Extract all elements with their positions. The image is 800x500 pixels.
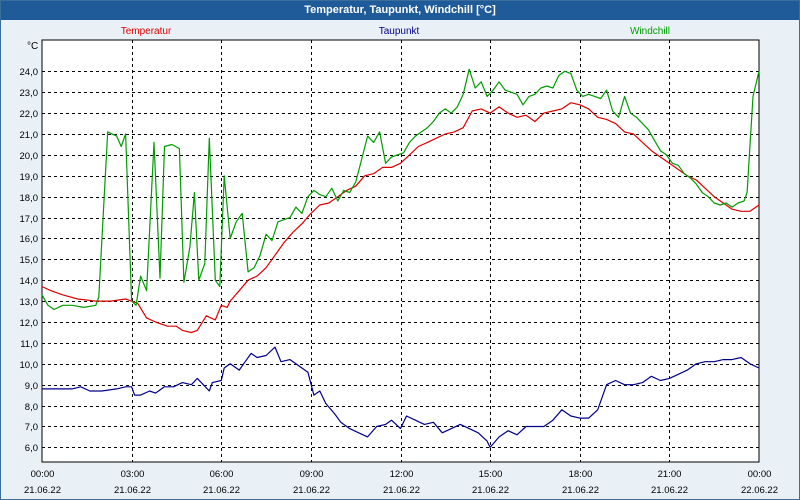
y-axis-ticks: 6,0 7,0 8,0 9,0 10,0 11,0 12,0 13,0 14,0 15,0 16,0… (20, 67, 39, 454)
y-tick-label: 11,0 (20, 339, 38, 350)
y-axis-label: °C (27, 41, 38, 52)
x-tick-date: 21.06.22 (562, 485, 599, 496)
x-tick-time: 00:00 (31, 469, 55, 480)
y-tick-label: 6,0 (25, 443, 38, 454)
plot-area (41, 39, 760, 463)
x-tick-time: 18:00 (569, 469, 593, 480)
x-tick-date: 21.06.22 (203, 485, 240, 496)
y-tick-label: 18,0 (20, 193, 39, 204)
chart-window: Temperatur, Taupunkt, Windchill [°C] 6,0… (0, 0, 800, 500)
x-tick-date: 21.06.22 (24, 485, 61, 496)
x-tick-date: 21.06.22 (651, 485, 688, 496)
x-tick-time: 15:00 (479, 469, 503, 480)
y-tick-label: 21,0 (20, 130, 39, 141)
y-tick-label: 22,0 (20, 109, 39, 120)
y-tick-label: 9,0 (25, 381, 38, 392)
x-tick-time: 12:00 (390, 469, 414, 480)
y-tick-label: 8,0 (25, 402, 38, 413)
x-tick-date: 21.06.22 (114, 485, 151, 496)
legend-entry-temperatur: Temperatur (121, 26, 172, 37)
x-tick-time: 09:00 (300, 469, 324, 480)
y-tick-label: 14,0 (20, 276, 39, 287)
line-chart: 6,0 7,0 8,0 9,0 10,0 11,0 12,0 13,0 14,0 15,0 16,0… (20, 26, 778, 496)
x-tick-time: 00:00 (748, 469, 772, 480)
x-tick-date: 22.06.22 (741, 485, 778, 496)
y-tick-label: 24,0 (20, 67, 39, 78)
y-tick-label: 12,0 (20, 318, 39, 329)
legend-entry-taupunkt: Taupunkt (379, 26, 420, 37)
y-tick-label: 15,0 (20, 255, 39, 266)
x-tick-date: 21.06.22 (472, 485, 509, 496)
x-tick-time: 21:00 (658, 469, 682, 480)
y-tick-label: 16,0 (20, 234, 39, 245)
x-tick-date: 21.06.22 (383, 485, 420, 496)
x-tick-date: 21.06.22 (293, 485, 330, 496)
x-tick-time: 03:00 (121, 469, 145, 480)
y-tick-label: 23,0 (20, 88, 39, 99)
x-tick-time: 06:00 (210, 469, 234, 480)
y-tick-label: 10,0 (20, 360, 39, 371)
legend-entry-windchill: Windchill (630, 26, 670, 37)
y-tick-label: 17,0 (20, 214, 39, 225)
x-axis-ticks: 00:00 21.06.22 03:00 21.06.22 06:00 21.06.22 0… (24, 469, 778, 496)
y-tick-label: 20,0 (20, 151, 39, 162)
y-tick-label: 19,0 (20, 172, 39, 183)
legend: Temperatur Taupunkt Windchill (121, 26, 670, 37)
y-tick-label: 7,0 (25, 422, 38, 433)
y-tick-label: 13,0 (20, 297, 39, 308)
